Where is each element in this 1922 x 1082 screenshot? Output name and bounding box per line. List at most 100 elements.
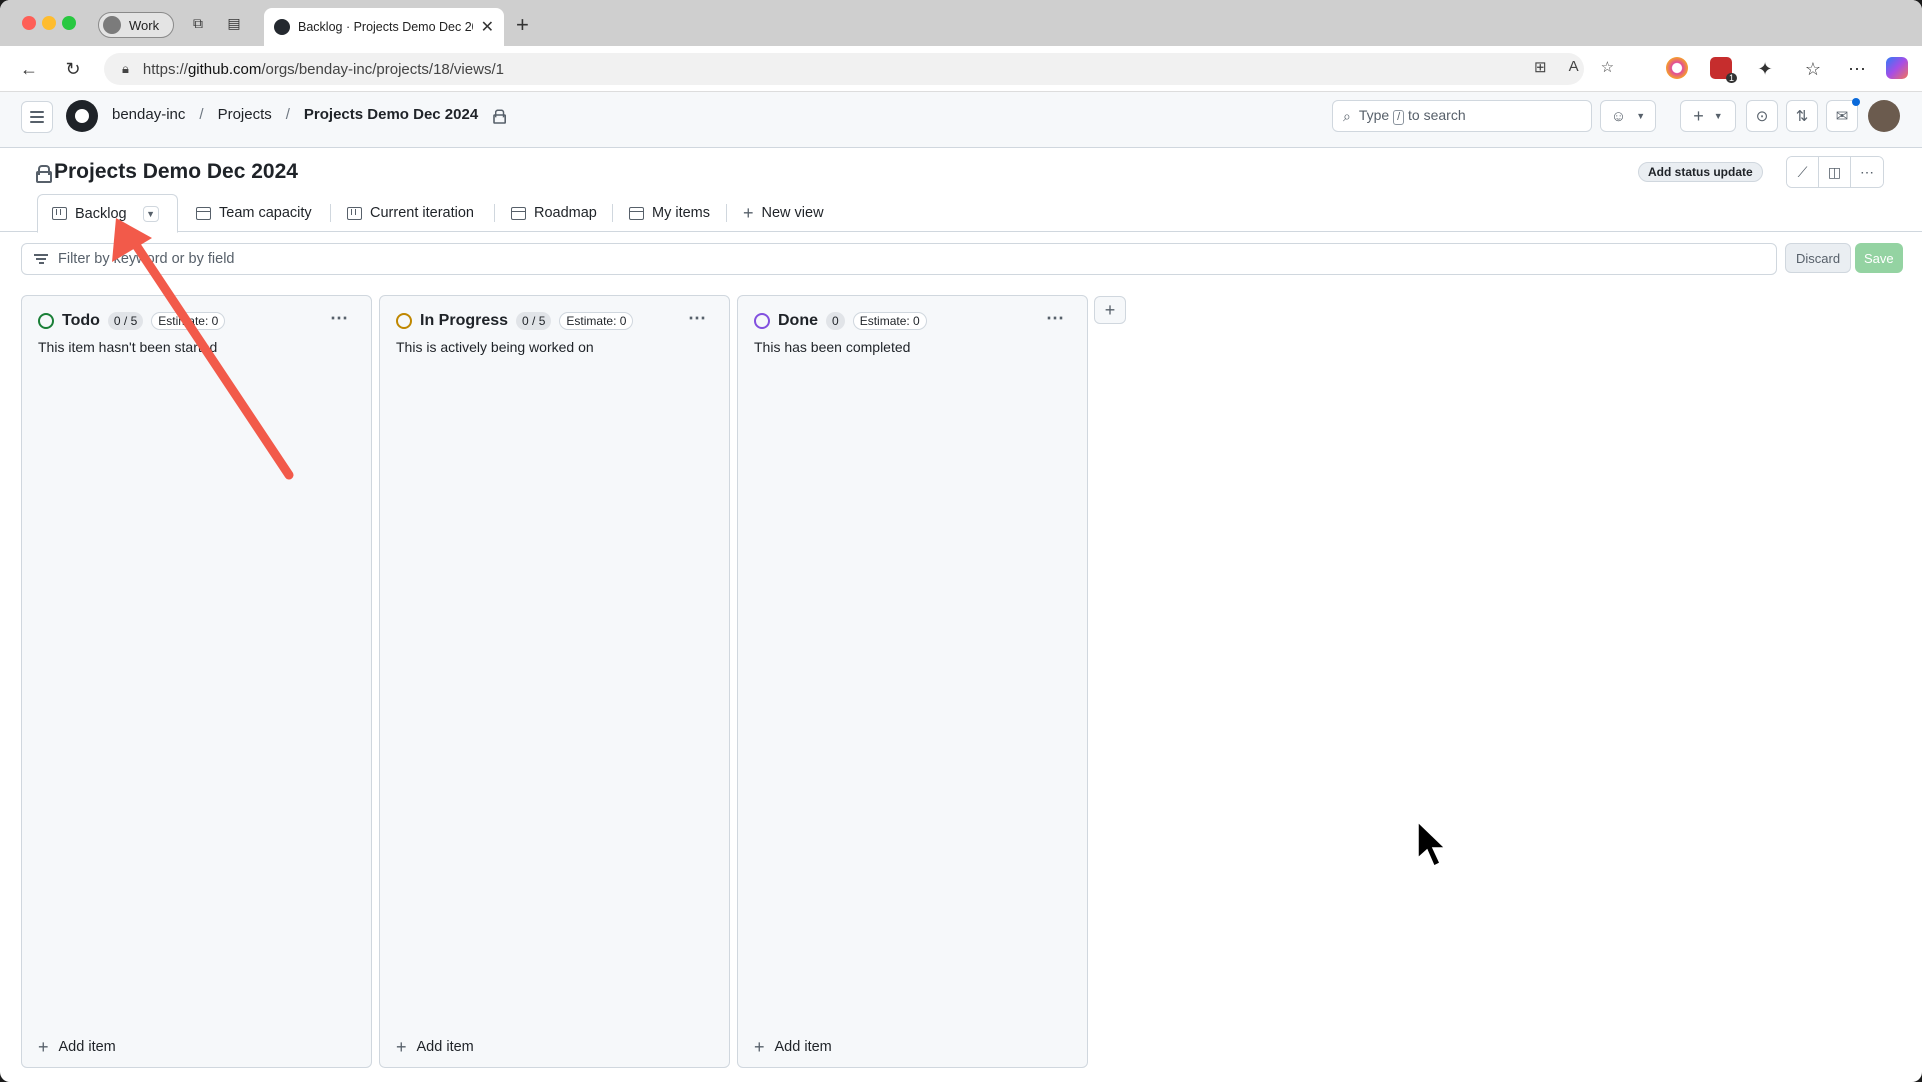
plus-icon: + <box>396 1037 407 1057</box>
copilot-button[interactable]: ☺ ▼ <box>1600 100 1656 132</box>
search-input[interactable]: ⌕ Type / to search <box>1332 100 1592 132</box>
breadcrumb-separator: / <box>199 106 204 123</box>
minimize-window-button[interactable] <box>42 16 56 30</box>
breadcrumb: benday-inc / Projects / Projects Demo De… <box>112 106 507 124</box>
search-placeholder: Type / to search <box>1358 107 1466 125</box>
project-title-text: Projects Demo Dec 2024 <box>54 160 298 183</box>
lock-icon <box>493 108 507 124</box>
create-new-button[interactable]: + ▼ <box>1680 100 1736 132</box>
private-lock-icon <box>36 165 52 183</box>
column-name: In Progress <box>420 312 509 329</box>
table-icon <box>629 206 644 220</box>
browser-window: Work ⧉ ▤ Backlog · Projects Demo Dec 202… <box>0 0 1922 1082</box>
column-more-icon[interactable]: ⋯ <box>1046 308 1065 329</box>
plus-icon: + <box>1693 105 1704 126</box>
tab-new-view[interactable]: + New view <box>743 194 824 232</box>
pull-requests-icon[interactable]: ⇅ <box>1786 100 1818 132</box>
discard-button[interactable]: Discard <box>1785 243 1852 273</box>
project-more-icon[interactable]: ⋯ <box>1851 157 1883 187</box>
copilot-icon[interactable] <box>1886 57 1908 79</box>
tab-label: Backlog <box>75 205 127 222</box>
add-item-button[interactable]: + Add item <box>396 1037 474 1057</box>
search-icon: ⌕ <box>1343 107 1351 124</box>
breadcrumb-project[interactable]: Projects Demo Dec 2024 <box>304 106 478 123</box>
instagram-extension-icon[interactable] <box>1666 57 1688 79</box>
browser-more-icon[interactable]: ⋯ <box>1846 58 1868 80</box>
tab-team-capacity[interactable]: Team capacity <box>196 194 312 232</box>
mouse-cursor-icon <box>1417 820 1447 868</box>
insights-chart-icon[interactable]: ⟋ <box>1787 157 1819 187</box>
column-count-badge: 0 / 5 <box>516 312 552 330</box>
tab-divider <box>494 204 495 222</box>
breadcrumb-org[interactable]: benday-inc <box>112 106 185 123</box>
breadcrumb-projects[interactable]: Projects <box>218 106 272 123</box>
reload-icon[interactable]: ↻ <box>62 58 84 80</box>
tab-divider <box>726 204 727 222</box>
browser-tab-title: Backlog · Projects Demo Dec 2024 <box>298 20 473 34</box>
tab-label: Team capacity <box>219 205 312 221</box>
tab-divider <box>612 204 613 222</box>
column-estimate-badge: Estimate: 0 <box>151 312 226 330</box>
tab-my-items[interactable]: My items <box>629 194 710 232</box>
extension-badge-icon[interactable]: 1 <box>1710 57 1737 83</box>
github-logo-icon[interactable] <box>66 100 98 132</box>
column-more-icon[interactable]: ⋯ <box>330 308 349 329</box>
browser-profile-button[interactable]: Work <box>98 12 174 38</box>
save-button[interactable]: Save <box>1855 243 1903 273</box>
breadcrumb-separator: / <box>285 106 290 123</box>
tab-label: Current iteration <box>370 205 474 221</box>
tab-current-iteration[interactable]: Current iteration <box>347 194 474 232</box>
issues-icon[interactable]: ⊙ <box>1746 100 1778 132</box>
column-estimate-badge: Estimate: 0 <box>852 312 927 330</box>
hamburger-menu-icon[interactable] <box>21 101 53 133</box>
column-header: In Progress 0 / 5 Estimate: 0 <box>396 312 634 330</box>
browser-tab-strip: Work ⧉ ▤ Backlog · Projects Demo Dec 202… <box>0 0 1922 46</box>
new-tab-icon[interactable]: + <box>516 12 529 38</box>
profile-avatar-icon <box>103 16 121 34</box>
column-count-badge: 0 / 5 <box>107 312 144 330</box>
close-window-button[interactable] <box>22 16 36 30</box>
board-column-todo: Todo 0 / 5 Estimate: 0 ⋯ This item hasn'… <box>21 295 372 1068</box>
favorites-icon[interactable]: ☆ <box>1802 58 1824 80</box>
search-shortcut-key: / <box>1393 110 1405 125</box>
add-item-label: Add item <box>774 1039 832 1055</box>
favorite-star-icon[interactable]: ☆ <box>1601 58 1614 76</box>
address-bar[interactable]: 🔒︎ https://github.com/orgs/benday-inc/pr… <box>104 53 1584 85</box>
add-item-button[interactable]: + Add item <box>38 1038 116 1056</box>
vertical-tabs-icon[interactable]: ▤ <box>226 15 242 31</box>
view-options-dropdown-icon[interactable]: ▼ <box>142 205 159 222</box>
read-aloud-icon[interactable]: A <box>1569 58 1579 76</box>
filter-input[interactable]: Filter by keyword or by field <box>21 243 1777 275</box>
column-header: Todo 0 / 5 Estimate: 0 <box>38 312 226 330</box>
filter-placeholder: Filter by keyword or by field <box>58 251 235 267</box>
add-status-update-button[interactable]: Add status update <box>1638 162 1763 182</box>
table-icon <box>196 206 211 220</box>
user-avatar[interactable] <box>1868 100 1900 132</box>
browser-tab-active[interactable]: Backlog · Projects Demo Dec 2024 ✕ <box>264 8 504 46</box>
github-header: benday-inc / Projects / Projects Demo De… <box>0 92 1922 148</box>
column-more-icon[interactable]: ⋯ <box>688 308 707 329</box>
roadmap-icon <box>511 206 526 220</box>
column-estimate-badge: Estimate: 0 <box>559 312 634 330</box>
add-item-label: Add item <box>58 1039 116 1055</box>
tab-backlog[interactable]: Backlog ▼ <box>37 194 178 233</box>
column-description: This is actively being worked on <box>396 339 594 355</box>
workspaces-icon[interactable]: ⧉ <box>190 15 206 31</box>
column-name: Done <box>778 312 818 329</box>
back-icon[interactable]: ← <box>18 58 40 80</box>
side-panel-icon[interactable]: ◫ <box>1819 157 1851 187</box>
column-description: This has been completed <box>754 339 911 355</box>
add-column-button[interactable]: + <box>1094 296 1126 324</box>
tab-label: My items <box>652 205 710 221</box>
tab-roadmap[interactable]: Roadmap <box>511 194 597 232</box>
filter-icon <box>34 254 48 264</box>
extensions-puzzle-icon[interactable]: ✦ <box>1754 58 1776 80</box>
app-available-icon[interactable]: ⊞ <box>1534 58 1547 76</box>
github-favicon-icon <box>274 19 290 35</box>
maximize-window-button[interactable] <box>62 16 76 30</box>
tab-label: New view <box>761 205 824 221</box>
notification-dot <box>1852 98 1860 106</box>
tab-close-icon[interactable]: ✕ <box>481 17 494 37</box>
status-in-progress-icon <box>396 313 412 329</box>
add-item-button[interactable]: + Add item <box>754 1038 832 1056</box>
